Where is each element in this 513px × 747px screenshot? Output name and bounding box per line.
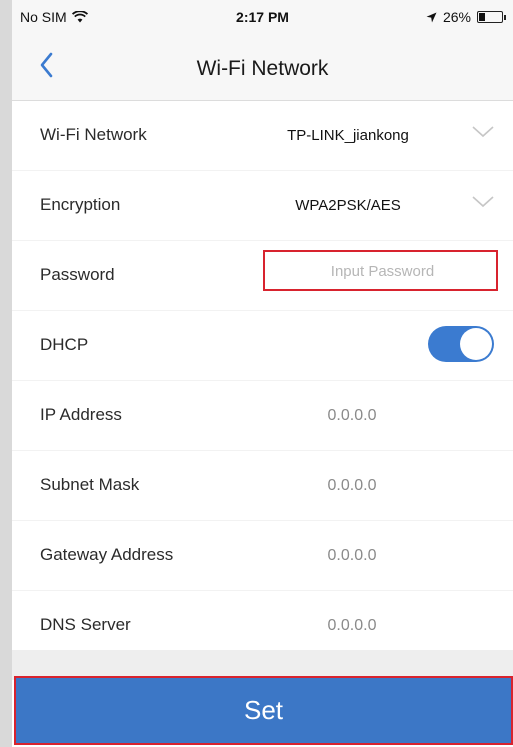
row-dhcp: DHCP: [12, 311, 513, 381]
nav-bar: Wi-Fi Network: [12, 36, 513, 101]
phone-screen: No SIM 2:17 PM 26% Wi-Fi Network Wi-Fi N…: [12, 0, 513, 747]
dns-server-value[interactable]: 0.0.0.0: [264, 617, 440, 635]
battery-icon: [477, 11, 506, 23]
toggle-knob: [460, 328, 492, 360]
location-arrow-icon: [426, 12, 437, 22]
encryption-label: Encryption: [40, 195, 121, 214]
ip-address-label: IP Address: [40, 405, 122, 424]
row-wifi-network[interactable]: Wi-Fi Network TP-LINK_jiankong: [12, 101, 513, 171]
status-right: 26%: [426, 9, 506, 25]
page-title: Wi-Fi Network: [196, 57, 329, 80]
subnet-mask-value[interactable]: 0.0.0.0: [264, 477, 440, 495]
ip-address-value[interactable]: 0.0.0.0: [264, 407, 440, 425]
wifi-network-value: TP-LINK_jiankong: [287, 127, 409, 144]
gateway-address-value[interactable]: 0.0.0.0: [264, 547, 440, 565]
battery-percentage: 26%: [442, 9, 471, 25]
chevron-down-icon[interactable]: [471, 125, 495, 139]
dhcp-toggle[interactable]: [428, 326, 494, 362]
row-ip-address: IP Address 0.0.0.0: [12, 381, 513, 451]
battery-fill: [479, 13, 485, 21]
status-bar: No SIM 2:17 PM 26%: [12, 0, 513, 36]
row-password: Password: [12, 241, 513, 311]
dns-server-label: DNS Server: [40, 615, 131, 634]
settings-list: Wi-Fi Network TP-LINK_jiankong Encryptio…: [12, 101, 513, 660]
chevron-down-icon[interactable]: [471, 195, 495, 209]
row-encryption[interactable]: Encryption WPA2PSK/AES: [12, 171, 513, 241]
encryption-value: WPA2PSK/AES: [295, 197, 401, 214]
gateway-address-label: Gateway Address: [40, 545, 174, 564]
password-input[interactable]: [265, 252, 500, 291]
password-field-highlight: [263, 250, 500, 291]
password-label: Password: [40, 265, 115, 284]
dhcp-label: DHCP: [40, 335, 89, 354]
row-gateway-address: Gateway Address 0.0.0.0: [12, 521, 513, 591]
wifi-network-label: Wi-Fi Network: [40, 125, 147, 144]
set-button[interactable]: Set: [14, 676, 513, 745]
row-subnet-mask: Subnet Mask 0.0.0.0: [12, 451, 513, 521]
subnet-mask-label: Subnet Mask: [40, 475, 140, 494]
